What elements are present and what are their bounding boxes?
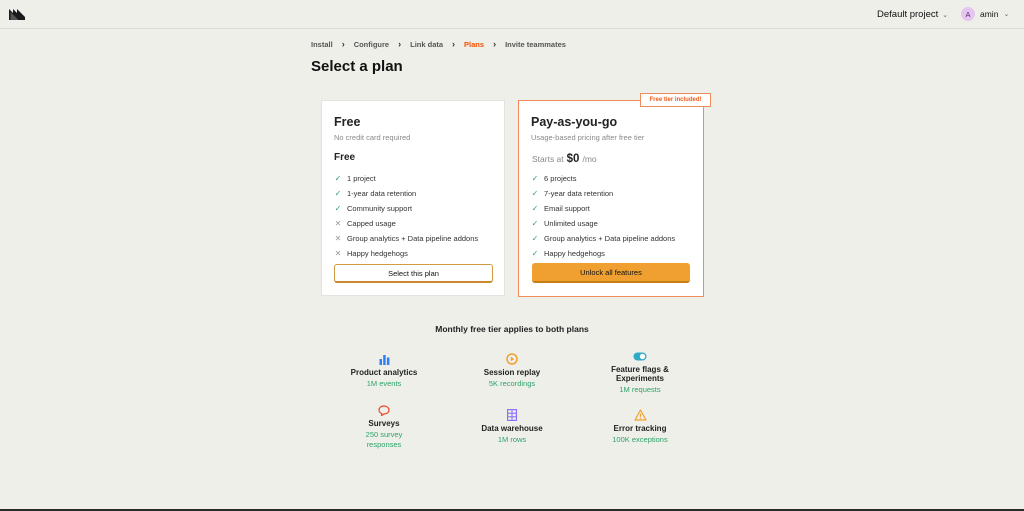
cross-icon: ✕ xyxy=(334,234,342,243)
breadcrumb-install[interactable]: Install xyxy=(311,40,333,49)
product-name: Feature flags & Experiments xyxy=(611,365,669,383)
feature-label: 6 projects xyxy=(544,174,577,183)
breadcrumb-plans[interactable]: Plans xyxy=(464,40,484,49)
feature-label: Community support xyxy=(347,204,413,213)
chevron-right-icon: › xyxy=(341,39,345,49)
product-allowance: 1M rows xyxy=(497,435,527,444)
product-allowance: 1M events xyxy=(366,379,402,388)
avatar: A xyxy=(961,7,975,21)
unlock-all-features-button[interactable]: Unlock all features xyxy=(532,263,690,283)
data-warehouse-item: Data warehouse 1M rows xyxy=(457,408,567,445)
product-allowance: 1M requests xyxy=(619,385,661,394)
select-free-plan-button[interactable]: Select this plan xyxy=(334,264,493,283)
check-icon: ✓ xyxy=(531,204,539,213)
database-icon xyxy=(457,408,567,422)
check-icon: ✓ xyxy=(531,219,539,228)
feature-list: ✓ 6 projects ✓ 7-year data retention ✓ Emai… xyxy=(531,171,676,261)
price-prefix: Starts at xyxy=(532,154,564,164)
chevron-down-icon: ⌄ xyxy=(1003,11,1010,18)
plan-card-free: Free No credit card required Free ✓ 1 pro… xyxy=(321,100,505,296)
chevron-right-icon: › xyxy=(398,39,402,49)
error-tracking-item: Error tracking 100K exceptions xyxy=(585,408,695,445)
check-icon: ✓ xyxy=(334,174,342,183)
feature-item: ✓ Community support xyxy=(334,201,478,216)
project-switcher[interactable]: Default project ⌄ xyxy=(877,9,948,20)
feature-item: ✕ Group analytics + Data pipeline addons xyxy=(334,231,479,246)
feature-item: ✕ Capped usage xyxy=(334,216,478,231)
feature-flags-item: Feature flags & Experiments 1M requests xyxy=(585,349,695,395)
cross-icon: ✕ xyxy=(334,219,342,228)
feature-item: ✓ Happy hedgehogs xyxy=(531,246,675,261)
plan-price: Starts at $0 /mo xyxy=(532,153,597,165)
chevron-down-icon: ⌄ xyxy=(942,11,949,19)
feature-label: Happy hedgehogs xyxy=(347,249,408,258)
free-tier-heading: Monthly free tier applies to both plans xyxy=(435,324,589,334)
feature-item: ✓ 1-year data retention xyxy=(334,186,478,201)
feature-item: ✓ Unlimited usage xyxy=(531,216,675,231)
product-name: Error tracking xyxy=(613,424,667,433)
product-allowance: 100K exceptions xyxy=(612,435,668,444)
breadcrumb-invite-teammates[interactable]: Invite teammates xyxy=(505,40,566,49)
feature-list: ✓ 1 project ✓ 1-year data retention ✓ Commu… xyxy=(334,171,479,261)
feature-label: Group analytics + Data pipeline addons xyxy=(544,234,676,243)
user-menu[interactable]: A amin ⌄ xyxy=(961,7,1009,21)
plan-subtitle: No credit card required xyxy=(334,133,411,142)
check-icon: ✓ xyxy=(531,189,539,198)
feature-label: Capped usage xyxy=(347,219,396,228)
warning-icon xyxy=(585,408,695,422)
chevron-right-icon: › xyxy=(452,39,456,49)
toggle-icon xyxy=(585,349,695,363)
product-name: Data warehouse xyxy=(481,424,543,433)
feature-label: Group analytics + Data pipeline addons xyxy=(347,234,479,243)
feature-label: 1-year data retention xyxy=(347,189,417,198)
chevron-right-icon: › xyxy=(493,39,497,49)
app-logo-icon[interactable] xyxy=(9,9,25,20)
product-name: Surveys xyxy=(368,419,400,428)
bar-chart-icon xyxy=(329,352,439,366)
price-suffix: /mo xyxy=(582,154,597,164)
product-name: Session replay xyxy=(483,368,541,377)
product-analytics-item: Product analytics 1M events xyxy=(329,352,439,389)
plan-subtitle: Usage-based pricing after free tier xyxy=(531,133,645,142)
breadcrumb-link-data[interactable]: Link data xyxy=(410,40,443,49)
free-tier-badge: Free tier included! xyxy=(640,93,711,107)
check-icon: ✓ xyxy=(531,174,539,183)
surveys-item: Surveys 250 survey responses xyxy=(329,403,439,450)
feature-item: ✓ Group analytics + Data pipeline addons xyxy=(531,231,676,246)
feature-item: ✓ 1 project xyxy=(334,171,478,186)
price-amount: $0 xyxy=(566,153,580,165)
product-allowance: 250 survey responses xyxy=(365,430,403,449)
feature-label: Email support xyxy=(544,204,590,213)
top-bar: Default project ⌄ A amin ⌄ xyxy=(0,0,1024,29)
feature-label: 7-year data retention xyxy=(544,189,614,198)
feature-label: Happy hedgehogs xyxy=(544,249,605,258)
session-replay-item: Session replay 5K recordings xyxy=(457,352,567,389)
project-label: Default project xyxy=(877,9,939,20)
page-title: Select a plan xyxy=(311,58,403,75)
plan-price: Free xyxy=(334,152,356,163)
chat-bubble-icon xyxy=(329,403,439,417)
feature-item: ✓ 6 projects xyxy=(531,171,675,186)
feature-item: ✕ Happy hedgehogs xyxy=(334,246,478,261)
check-icon: ✓ xyxy=(334,204,342,213)
user-name: amin xyxy=(980,9,999,19)
plan-name: Free xyxy=(334,115,361,129)
play-circle-icon xyxy=(457,352,567,366)
plan-name: Pay-as-you-go xyxy=(531,115,618,129)
product-allowance: 5K recordings xyxy=(488,379,536,388)
cross-icon: ✕ xyxy=(334,249,342,258)
feature-label: 1 project xyxy=(347,174,376,183)
product-name: Product analytics xyxy=(350,368,418,377)
check-icon: ✓ xyxy=(531,249,539,258)
check-icon: ✓ xyxy=(531,234,539,243)
feature-label: Unlimited usage xyxy=(544,219,598,228)
check-icon: ✓ xyxy=(334,189,342,198)
breadcrumb-configure[interactable]: Configure xyxy=(354,40,389,49)
breadcrumb: Install › Configure › Link data › Plans … xyxy=(311,39,566,49)
feature-item: ✓ Email support xyxy=(531,201,675,216)
feature-item: ✓ 7-year data retention xyxy=(531,186,675,201)
plan-card-pay-as-you-go: Pay-as-you-go Usage-based pricing after … xyxy=(518,100,704,297)
